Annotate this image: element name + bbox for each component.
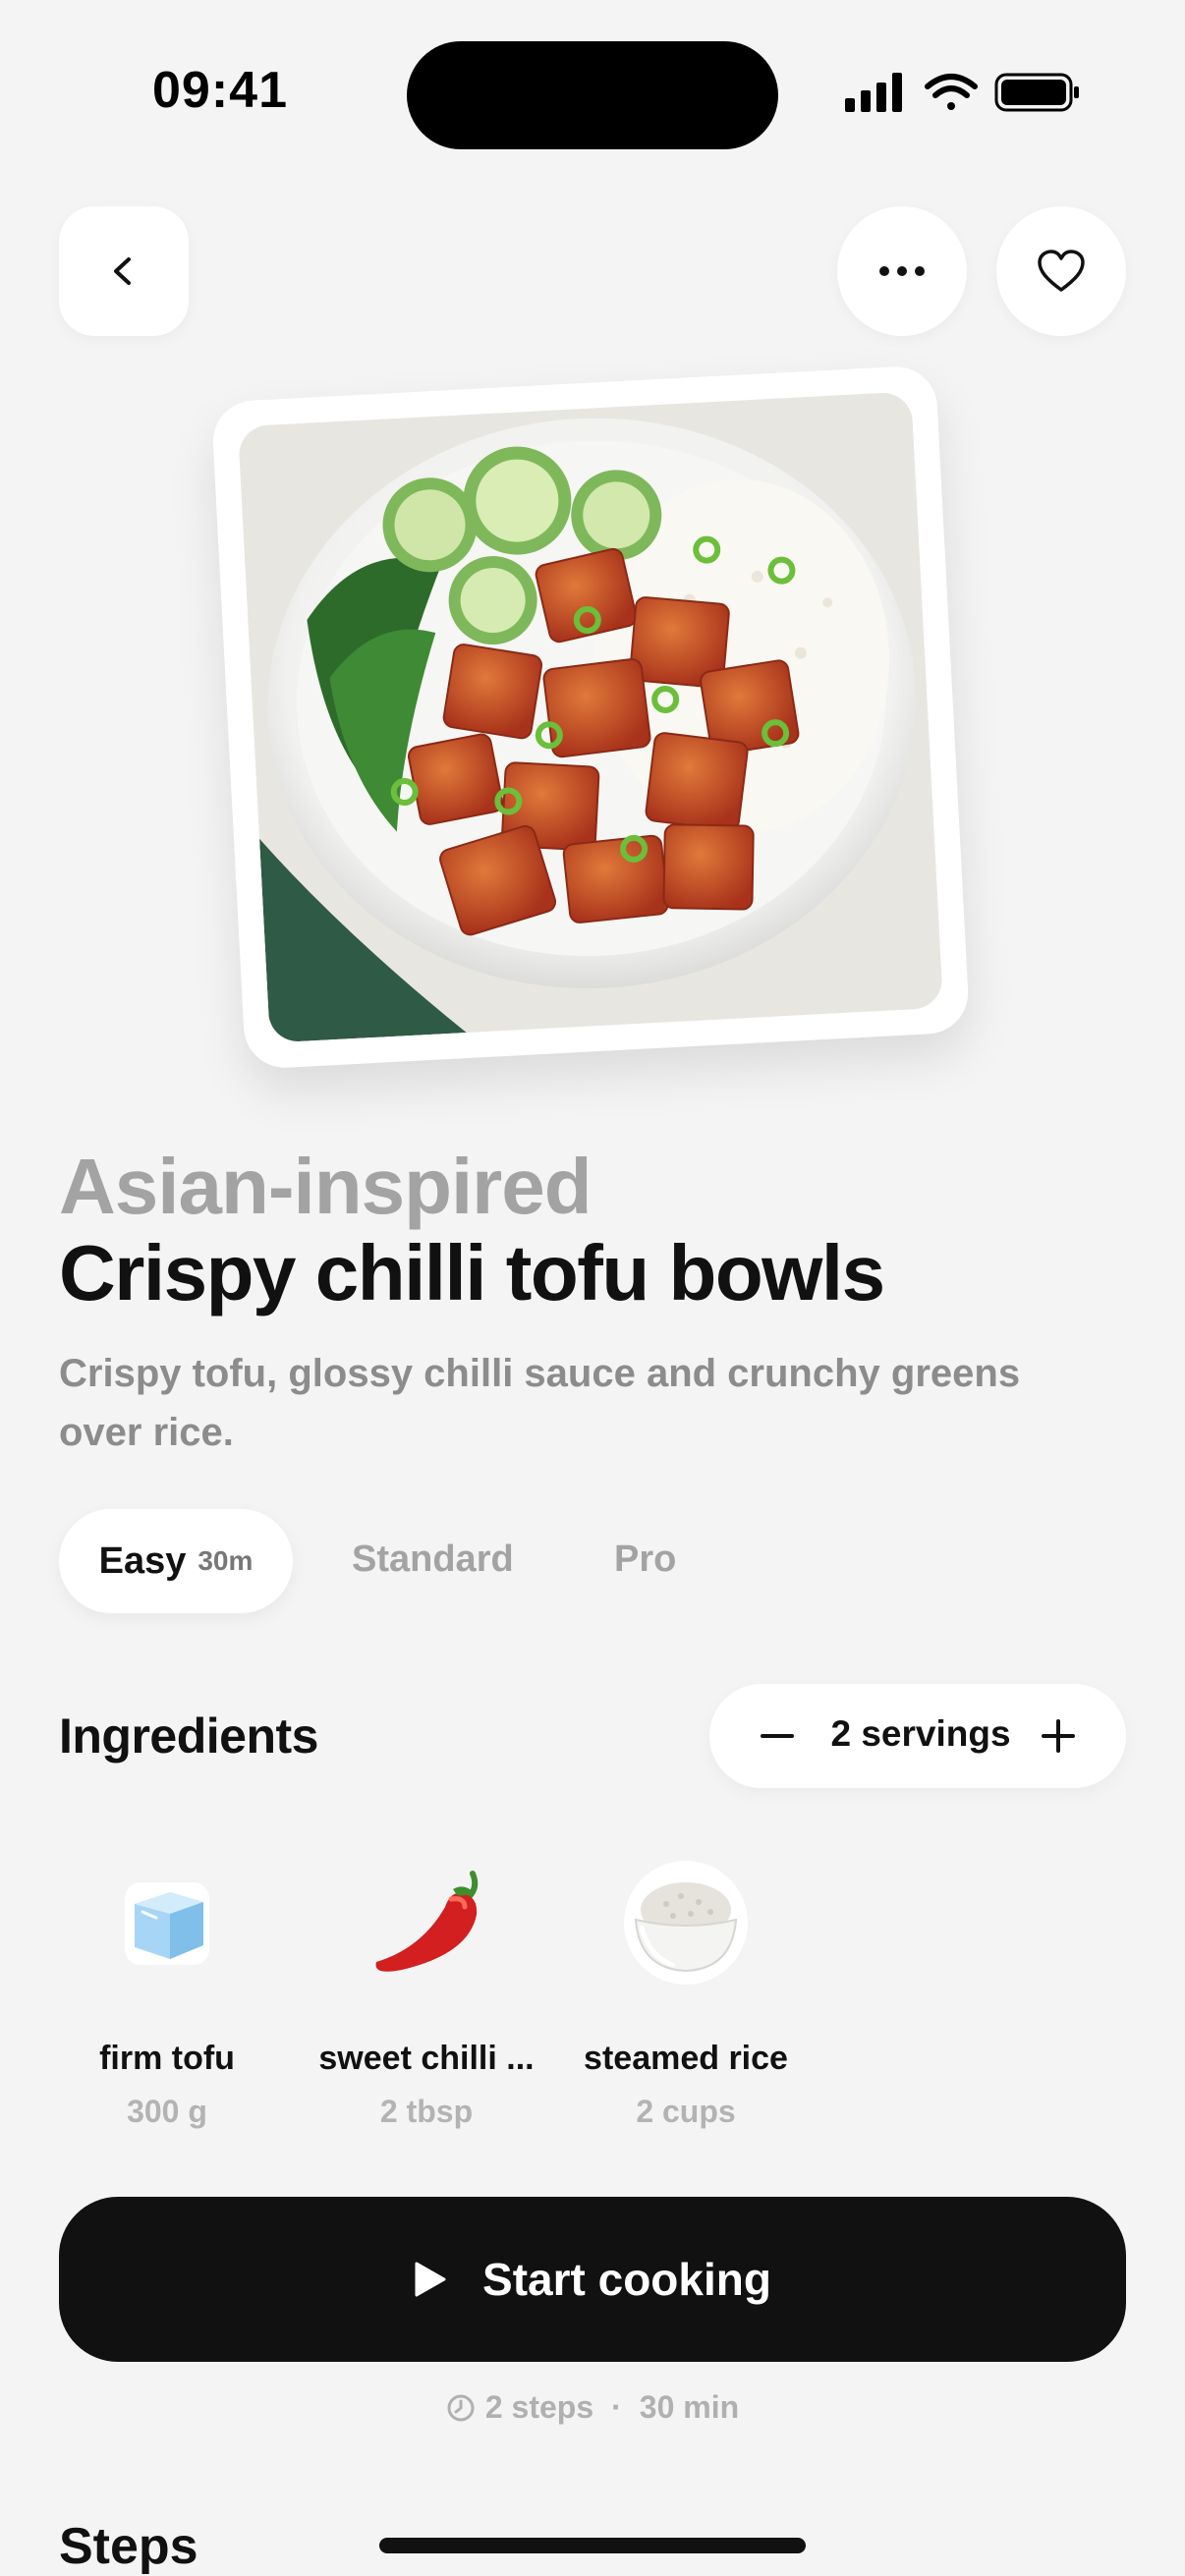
wifi-icon (925, 74, 978, 110)
ingredient-quantity: 2 tbsp (379, 2094, 474, 2129)
battery-icon (994, 73, 1079, 112)
home-indicator[interactable] (379, 2538, 806, 2553)
more-options-button[interactable] (837, 206, 967, 336)
increase-servings-button[interactable] (1034, 1713, 1083, 1759)
more-dots-icon (879, 266, 925, 276)
tofu-bowl-illustration (238, 391, 943, 1043)
chevron-left-icon (114, 257, 131, 285)
start-cooking-button[interactable]: Start cooking (59, 2197, 1126, 2362)
back-button[interactable] (59, 206, 189, 336)
recipe-title: Crispy chilli tofu bowls (59, 1229, 885, 1316)
clock-icon (447, 2394, 475, 2421)
signal-icon (845, 73, 902, 112)
ingredient-name: sweet chilli ... (318, 2040, 535, 2077)
status-icons (845, 73, 1079, 112)
ingredient-name: firm tofu (99, 2040, 235, 2077)
tab-pro[interactable]: Pro (614, 1539, 676, 1581)
heart-icon (1038, 250, 1085, 292)
meta-separator: · (611, 2389, 622, 2425)
decrease-servings-button[interactable] (753, 1720, 802, 1752)
tab-easy-duration: 30m (198, 1545, 254, 1576)
rice-bowl-icon (612, 1849, 760, 1996)
status-time: 09:41 (152, 62, 288, 119)
plus-icon (1042, 1719, 1075, 1753)
meta-steps: 2 steps (484, 2389, 594, 2425)
ice-cube-icon (93, 1849, 241, 1996)
steps-heading: Steps (59, 2518, 198, 2575)
recipe-meta: 2 steps · 30 min (0, 2389, 1185, 2426)
recipe-description: Crispy tofu, glossy chilli sauce and cru… (59, 1352, 1021, 1454)
meta-time: 30 min (639, 2389, 740, 2425)
ingredient-quantity: 300 g (127, 2094, 207, 2129)
play-icon (415, 2262, 446, 2297)
recipe-screen: 09:41 Asian-inspired Crispy chilli tofu … (0, 0, 1185, 2576)
tab-easy[interactable]: Easy 30m (59, 1509, 293, 1613)
favorite-button[interactable] (996, 206, 1126, 336)
minus-icon (761, 1734, 794, 1738)
dynamic-island (407, 41, 778, 149)
ingredient-item[interactable]: steamed rice 2 cups (573, 1849, 799, 2130)
servings-stepper: 2 servings (709, 1684, 1126, 1788)
ingredient-name: steamed rice (584, 2040, 788, 2077)
recipe-cuisine: Asian-inspired (59, 1143, 592, 1230)
recipe-photo (210, 364, 971, 1070)
tab-standard[interactable]: Standard (352, 1539, 514, 1581)
servings-count: 2 servings (830, 1713, 1011, 1754)
ingredients-heading: Ingredients (59, 1708, 318, 1764)
start-cooking-label: Start cooking (482, 2254, 771, 2305)
ingredient-item[interactable]: firm tofu 300 g (54, 1849, 280, 2130)
chili-pepper-icon (353, 1849, 500, 1996)
ingredient-quantity: 2 cups (636, 2094, 736, 2129)
ingredient-item[interactable]: sweet chilli ... 2 tbsp (313, 1849, 539, 2130)
tab-easy-label: Easy (98, 1540, 187, 1582)
